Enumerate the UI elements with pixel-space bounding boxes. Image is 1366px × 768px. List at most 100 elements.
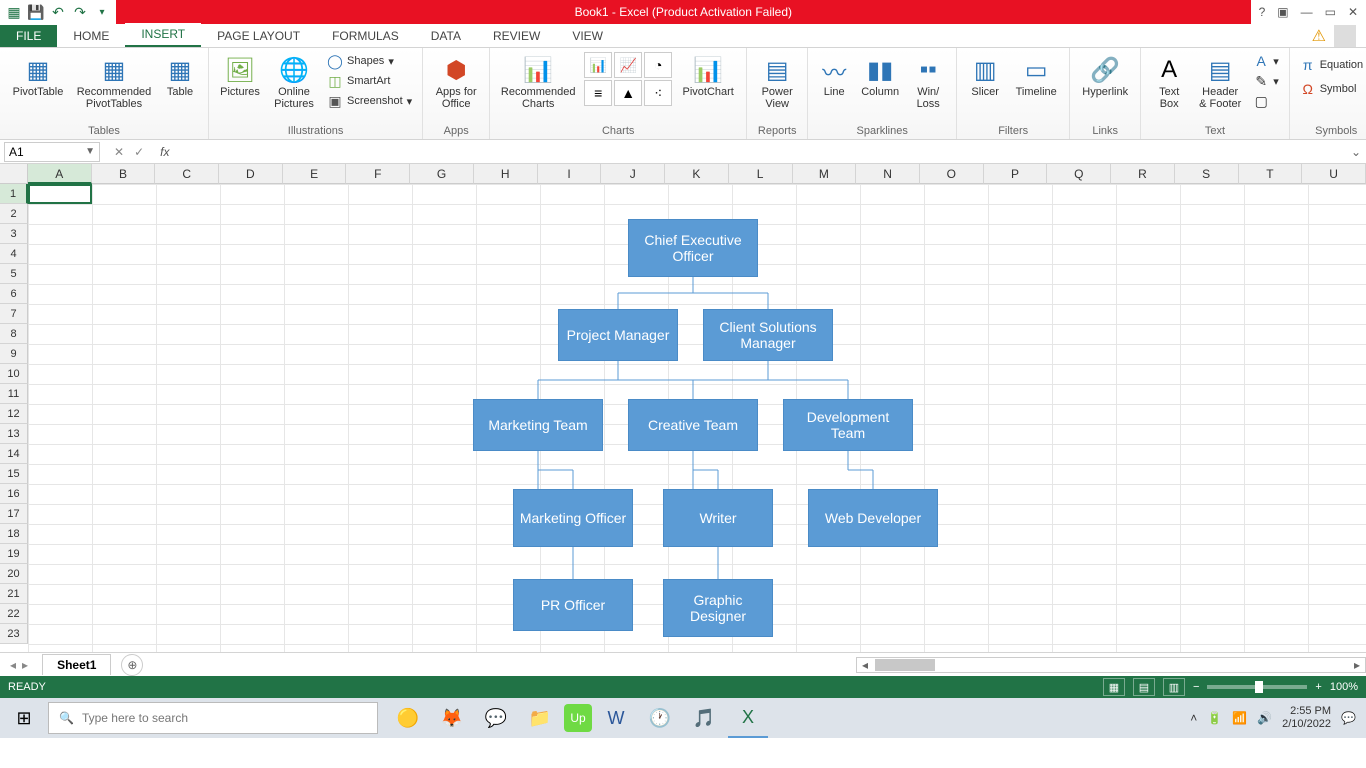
org-node[interactable]: Graphic Designer	[663, 579, 773, 637]
pie-chart-icon[interactable]: ◔	[644, 52, 672, 78]
scrollbar-thumb[interactable]	[875, 659, 935, 671]
tab-page-layout[interactable]: PAGE LAYOUT	[201, 25, 316, 47]
sheet-nav-first-icon[interactable]: ◂	[10, 658, 16, 672]
table-button[interactable]: ▦Table	[160, 52, 200, 100]
apps-for-office-button[interactable]: ⬢Apps for Office	[431, 52, 481, 112]
column-header[interactable]: B	[92, 164, 156, 184]
pivotchart-button[interactable]: 📊PivotChart	[678, 52, 738, 100]
power-view-button[interactable]: ▤Power View	[755, 52, 799, 112]
scatter-chart-icon[interactable]: ⁖	[644, 80, 672, 106]
column-header[interactable]: C	[155, 164, 219, 184]
close-icon[interactable]: ✕	[1348, 5, 1358, 19]
screenshot-button[interactable]: ▣Screenshot ▾	[325, 92, 414, 110]
formula-input[interactable]	[175, 142, 1346, 162]
org-node[interactable]: Project Manager	[558, 309, 678, 361]
name-box[interactable]: A1▼	[4, 142, 100, 162]
column-header[interactable]: T	[1239, 164, 1303, 184]
scroll-left-icon[interactable]: ◂	[857, 658, 873, 672]
recommended-charts-button[interactable]: 📊Recommended Charts	[498, 52, 578, 112]
row-header[interactable]: 5	[0, 264, 28, 284]
zoom-out-button[interactable]: −	[1193, 681, 1199, 693]
word-icon[interactable]: W	[596, 698, 636, 738]
sparkline-line-button[interactable]: 〰Line	[816, 52, 852, 100]
redo-icon[interactable]: ↷	[72, 4, 88, 20]
row-header[interactable]: 2	[0, 204, 28, 224]
zoom-slider[interactable]	[1207, 685, 1307, 689]
worksheet-area[interactable]: ABCDEFGHIJKLMNOPQRSTU 123456789101112131…	[0, 164, 1366, 652]
chrome-icon[interactable]: 🟡	[388, 698, 428, 738]
row-header[interactable]: 4	[0, 244, 28, 264]
wifi-icon[interactable]: 📶	[1232, 711, 1247, 725]
pivottable-button[interactable]: ▦PivotTable	[8, 52, 68, 100]
itunes-icon[interactable]: 🎵	[684, 698, 724, 738]
cancel-formula-icon[interactable]: ✕	[114, 145, 124, 159]
select-all-corner[interactable]	[0, 164, 28, 184]
bar-chart-icon[interactable]: 📊	[584, 52, 612, 78]
start-button[interactable]: ⊞	[0, 698, 48, 738]
object-button[interactable]: ▢	[1251, 92, 1281, 110]
messenger-icon[interactable]: 💬	[476, 698, 516, 738]
sheet-nav-last-icon[interactable]: ▸	[22, 658, 28, 672]
hyperlink-button[interactable]: 🔗Hyperlink	[1078, 52, 1132, 100]
row-header[interactable]: 17	[0, 504, 28, 524]
row-header[interactable]: 23	[0, 624, 28, 644]
ribbon-options-icon[interactable]: ▣	[1277, 5, 1288, 19]
recommended-pivottables-button[interactable]: ▦Recommended PivotTables	[74, 52, 154, 112]
header-footer-button[interactable]: ▤Header & Footer	[1195, 52, 1245, 112]
sheet-tab-sheet1[interactable]: Sheet1	[42, 654, 111, 675]
column-header[interactable]: I	[538, 164, 602, 184]
column-header[interactable]: Q	[1047, 164, 1111, 184]
column-header[interactable]: U	[1302, 164, 1366, 184]
maximize-icon[interactable]: ▭	[1325, 5, 1336, 19]
row-header[interactable]: 10	[0, 364, 28, 384]
row-header[interactable]: 18	[0, 524, 28, 544]
excel-taskbar-icon[interactable]: X	[728, 698, 768, 738]
column-header[interactable]: A	[28, 164, 92, 184]
qat-dropdown-icon[interactable]: ▾	[94, 4, 110, 20]
row-header[interactable]: 20	[0, 564, 28, 584]
minimize-icon[interactable]: —	[1301, 5, 1313, 19]
wordart-button[interactable]: A▾	[1251, 52, 1281, 70]
org-node[interactable]: Development Team	[783, 399, 913, 451]
row-header[interactable]: 6	[0, 284, 28, 304]
scroll-right-icon[interactable]: ▸	[1349, 658, 1365, 672]
online-pictures-button[interactable]: 🌐Online Pictures	[269, 52, 319, 112]
zoom-level[interactable]: 100%	[1330, 681, 1358, 693]
row-header[interactable]: 21	[0, 584, 28, 604]
timeline-button[interactable]: ▭Timeline	[1011, 52, 1061, 100]
column-header[interactable]: F	[346, 164, 410, 184]
add-sheet-button[interactable]: ⊕	[121, 654, 143, 676]
row-header[interactable]: 12	[0, 404, 28, 424]
taskbar-clock[interactable]: 2:55 PM 2/10/2022	[1282, 705, 1331, 731]
line-chart-icon[interactable]: 📈	[614, 52, 642, 78]
tab-view[interactable]: VIEW	[556, 25, 619, 47]
column-header[interactable]: J	[601, 164, 665, 184]
text-box-button[interactable]: AText Box	[1149, 52, 1189, 112]
column-header[interactable]: P	[984, 164, 1048, 184]
upwork-icon[interactable]: Up	[564, 704, 592, 732]
row-header[interactable]: 11	[0, 384, 28, 404]
tab-data[interactable]: DATA	[415, 25, 477, 47]
signature-button[interactable]: ✎▾	[1251, 72, 1281, 90]
volume-icon[interactable]: 🔊	[1257, 711, 1272, 725]
smartart-button[interactable]: ◫SmartArt	[325, 72, 414, 90]
column-header[interactable]: H	[474, 164, 538, 184]
org-node[interactable]: Creative Team	[628, 399, 758, 451]
row-header[interactable]: 19	[0, 544, 28, 564]
org-node[interactable]: Writer	[663, 489, 773, 547]
org-node[interactable]: Marketing Team	[473, 399, 603, 451]
chevron-down-icon[interactable]: ▼	[85, 146, 95, 157]
file-explorer-icon[interactable]: 📁	[520, 698, 560, 738]
normal-view-button[interactable]: ▦	[1103, 678, 1125, 696]
notifications-icon[interactable]: 💬	[1341, 711, 1356, 725]
page-layout-view-button[interactable]: ▤	[1133, 678, 1155, 696]
org-node[interactable]: Marketing Officer	[513, 489, 633, 547]
column-header[interactable]: N	[856, 164, 920, 184]
hbar-chart-icon[interactable]: ≡	[584, 80, 612, 106]
row-header[interactable]: 3	[0, 224, 28, 244]
org-node[interactable]: Client Solutions Manager	[703, 309, 833, 361]
area-chart-icon[interactable]: ▲	[614, 80, 642, 106]
tab-file[interactable]: FILE	[0, 25, 57, 47]
tab-home[interactable]: HOME	[57, 25, 125, 47]
symbol-button[interactable]: ΩSymbol	[1298, 80, 1366, 98]
